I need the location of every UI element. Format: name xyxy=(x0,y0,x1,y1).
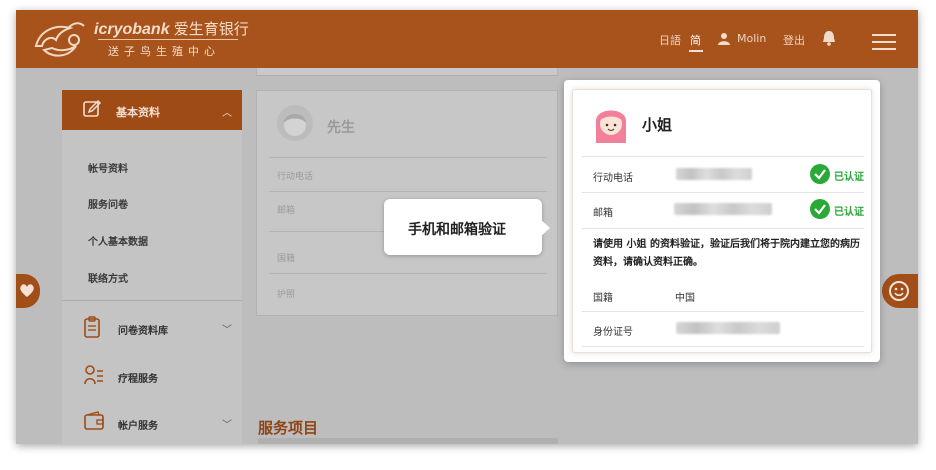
sidebar-subitem-personal-data[interactable]: 个人基本数据 xyxy=(88,233,148,248)
sidebar-item-treatment[interactable]: 疗程服务 xyxy=(62,356,242,396)
callout-pointer xyxy=(540,219,550,237)
hamburger-menu-icon[interactable] xyxy=(872,34,896,50)
row-divider xyxy=(582,228,864,229)
check-icon xyxy=(810,164,830,184)
row-divider xyxy=(582,192,864,193)
brand-divider xyxy=(98,39,238,40)
sidebar: 基本资料 ︿ 帐号资料 服务问卷 个人基本数据 联络方式 问卷资料库 ﹀ 疗程服… xyxy=(62,90,242,444)
phone-value-redacted xyxy=(676,168,752,180)
brand-en: icryobank xyxy=(94,21,170,38)
field-label: 行动电话 xyxy=(277,172,314,182)
email-value-redacted xyxy=(674,203,772,215)
top-header: icryobank 爱生育银行 送子鸟生殖中心 日語 简 Molin 登出 xyxy=(16,10,918,68)
row-divider xyxy=(269,273,547,274)
brand-name: icryobank 爱生育银行 xyxy=(94,18,249,39)
card-above-edge xyxy=(256,68,558,76)
nationality-label: 国籍 xyxy=(593,293,613,304)
field-label: 护照 xyxy=(277,290,296,300)
row-divider xyxy=(582,156,864,157)
sidebar-item-label: 问卷资料库 xyxy=(118,326,168,337)
female-avatar-icon xyxy=(596,110,626,143)
logout-link[interactable]: 登出 xyxy=(783,32,805,48)
sidebar-item-label: 帐户服务 xyxy=(118,421,158,432)
sidebar-subitem-contact[interactable]: 联络方式 xyxy=(88,270,128,285)
user-icon xyxy=(718,33,730,45)
chevron-down-icon: ﹀ xyxy=(222,325,232,336)
bell-icon[interactable] xyxy=(822,30,836,46)
username-link[interactable]: Molin xyxy=(737,32,766,45)
phone-label: 行动电话 xyxy=(593,173,633,184)
lang-traditional-link[interactable]: 日語 xyxy=(659,32,681,48)
sidebar-item-basic-info[interactable]: 基本资料 ︿ xyxy=(62,90,242,130)
stork-logo-icon xyxy=(34,22,85,57)
verification-notice: 请使用 小姐 的资料验证，验证后我们将于院内建立您的病历资料，请确认资料正确。 xyxy=(593,239,860,268)
sidebar-item-label: 疗程服务 xyxy=(118,374,158,385)
section-title: 服务项目 xyxy=(258,419,319,437)
verified-text: 已认证 xyxy=(834,172,864,183)
field-label: 国籍 xyxy=(277,254,296,264)
chevron-down-icon: ﹀ xyxy=(222,420,232,431)
sidebar-item-label: 基本资料 xyxy=(116,106,160,119)
card-title: 小姐 xyxy=(642,116,673,134)
id-number-label: 身份证号 xyxy=(593,327,633,338)
chevron-up-icon: ︿ xyxy=(222,108,232,119)
row-divider xyxy=(582,311,864,312)
field-label: 邮箱 xyxy=(277,206,296,216)
clipboard-icon xyxy=(84,316,100,338)
row-divider xyxy=(269,191,547,192)
edit-icon xyxy=(83,99,102,117)
wallet-icon xyxy=(84,411,104,430)
user-list-icon xyxy=(84,365,103,385)
support-tab[interactable] xyxy=(882,274,918,308)
smiley-face-icon xyxy=(889,281,909,301)
row-divider xyxy=(269,157,547,158)
lang-active-indicator xyxy=(689,50,703,52)
male-avatar-icon xyxy=(277,105,313,141)
nationality-value: 中国 xyxy=(675,293,695,304)
verified-text: 已认证 xyxy=(834,207,864,218)
lang-simplified-link[interactable]: 简 xyxy=(690,32,701,48)
sidebar-subitem-account[interactable]: 帐号资料 xyxy=(88,160,128,175)
id-number-redacted xyxy=(676,322,780,334)
brand-cn: 爱生育银行 xyxy=(173,21,249,38)
heart-icon xyxy=(20,284,34,297)
check-icon xyxy=(810,199,830,219)
phone-verified-badge: 已认证 xyxy=(810,164,870,184)
section-subtitle-placeholder xyxy=(258,438,558,444)
email-label: 邮箱 xyxy=(593,208,613,219)
row-divider xyxy=(582,346,864,347)
card-title: 先生 xyxy=(327,120,355,136)
sidebar-item-questionnaire-library[interactable]: 问卷资料库 ﹀ xyxy=(62,308,242,348)
sidebar-item-account-service[interactable]: 帐户服务 ﹀ xyxy=(62,403,242,443)
email-verified-badge: 已认证 xyxy=(810,199,870,219)
callout-text: 手机和邮箱验证 xyxy=(408,222,506,238)
favorite-tab[interactable] xyxy=(16,274,40,308)
brand-slogan: 送子鸟生殖中心 xyxy=(108,45,220,58)
sidebar-divider xyxy=(62,300,242,301)
sidebar-subitem-questionnaire[interactable]: 服务问卷 xyxy=(88,196,128,211)
